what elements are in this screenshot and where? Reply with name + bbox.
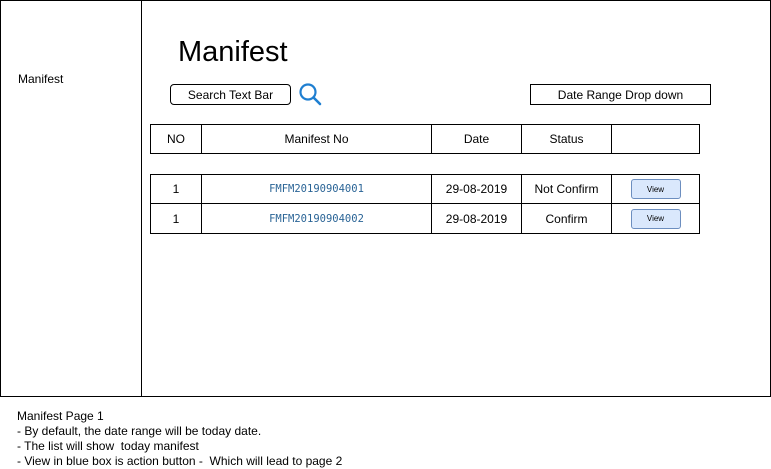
- column-header-action: [611, 125, 699, 153]
- search-icon[interactable]: [298, 82, 322, 106]
- row-manifest-no: FMFM20190904001: [201, 175, 431, 203]
- page-title: Manifest: [178, 36, 288, 68]
- search-input[interactable]: [170, 84, 291, 105]
- view-button[interactable]: View: [630, 208, 681, 229]
- row-action: View: [611, 175, 699, 203]
- row-status: Confirm: [521, 204, 611, 233]
- row-date: 29-08-2019: [431, 204, 521, 233]
- row-no: 1: [172, 182, 180, 196]
- notes-line: - View in blue box is action button - Wh…: [17, 454, 343, 468]
- row-status: Not Confirm: [521, 175, 611, 203]
- view-button[interactable]: View: [630, 179, 681, 199]
- sidebar-item-manifest[interactable]: Manifest: [18, 72, 63, 86]
- page-notes: Manifest Page 1 - By default, the date r…: [17, 409, 342, 469]
- notes-line: - The list will show today manifest: [17, 439, 199, 453]
- column-header-date: Date: [431, 125, 521, 153]
- table-header-row: NO Manifest No Date Status: [150, 124, 700, 154]
- row-no: 1: [172, 211, 180, 226]
- date-range-dropdown[interactable]: Date Range Drop down: [530, 84, 711, 105]
- row-action: View: [611, 204, 699, 233]
- table-row: 1 FMFM20190904002 29-08-2019 Confirm Vie…: [150, 204, 700, 234]
- column-header-no: NO: [167, 132, 185, 146]
- row-manifest-no: FMFM20190904002: [201, 204, 431, 233]
- notes-title: Manifest Page 1: [17, 409, 104, 423]
- sidebar: Manifest: [1, 1, 142, 396]
- notes-line: - By default, the date range will be tod…: [17, 424, 262, 438]
- table-row: 1 FMFM20190904001 29-08-2019 Not Confirm…: [150, 174, 700, 204]
- row-date: 29-08-2019: [431, 175, 521, 203]
- column-header-manifest-no: Manifest No: [201, 125, 431, 153]
- column-header-status: Status: [521, 125, 611, 153]
